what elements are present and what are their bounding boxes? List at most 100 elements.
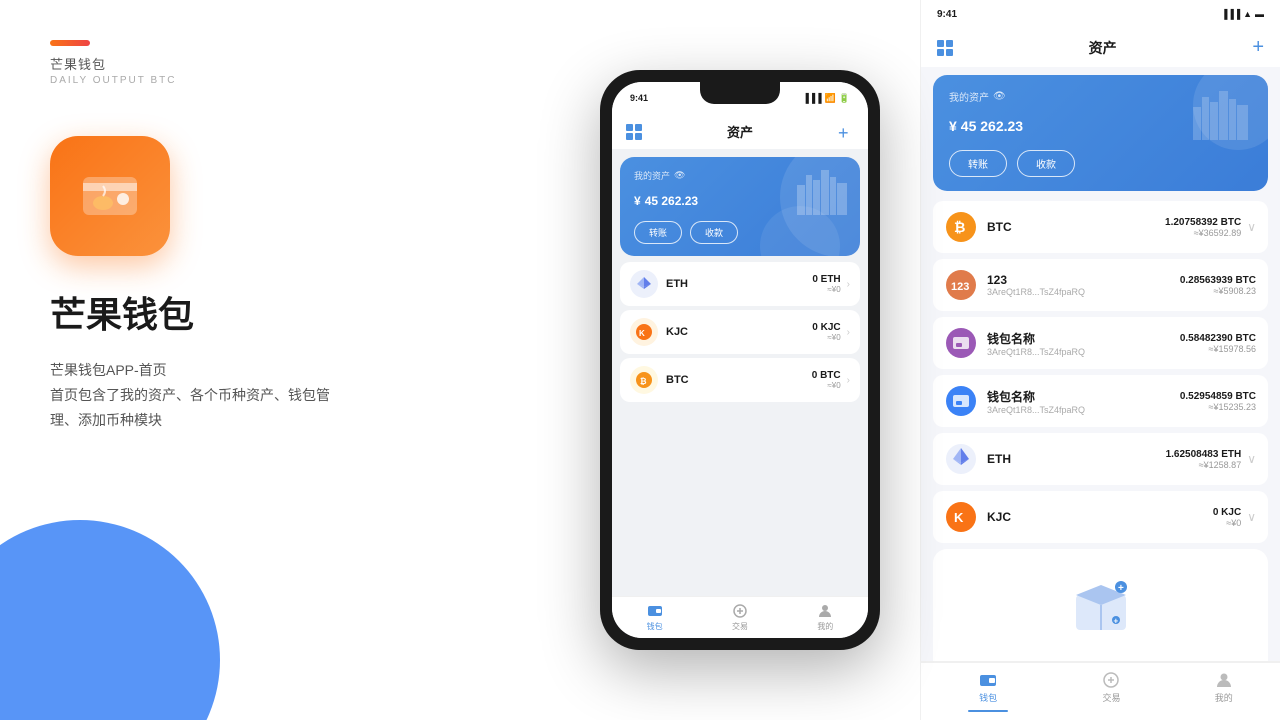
phone-coin-item-kjc[interactable]: K KJC 0 KJC ≈¥0 › xyxy=(620,310,860,354)
right-asset-buttons: 转账 收款 xyxy=(949,150,1252,177)
svg-text:K: K xyxy=(954,510,964,525)
coin-right-kjc: 0 KJC ≈¥0 › xyxy=(812,322,850,342)
right-wifi-icon: ▲ xyxy=(1243,9,1252,19)
coin-right-eth: 0 ETH ≈¥0 › xyxy=(812,274,850,294)
right-grid-icon[interactable] xyxy=(937,40,953,56)
r-eth-amounts: 1.62508483 ETH ≈¥1258.87 xyxy=(1166,449,1242,470)
r-kjc-icon: K xyxy=(945,501,977,533)
r-kjc-amounts: 0 KJC ≈¥0 xyxy=(1213,507,1241,528)
add-icon[interactable]: + xyxy=(838,124,854,140)
grid-menu-icon[interactable] xyxy=(626,124,642,140)
right-coin-kjc[interactable]: K KJC 0 KJC ≈¥0 ∨ xyxy=(933,491,1268,543)
right-content[interactable]: 我的资产 👁 ¥45 262.23 转账 收款 ₿ BTC xyxy=(921,67,1280,661)
app-desc: 芒果钱包APP-首页 首页包含了我的资产、各个币种资产、钱包管 理、添加币种模块 xyxy=(50,358,510,434)
r-coin-left-wallet2: 钱包名称 3AreQt1R8...TsZ4fpaRQ xyxy=(945,385,1085,417)
phone-coin-item-btc[interactable]: ₿ BTC 0 BTC ≈¥0 › xyxy=(620,358,860,402)
r-chevron-btc: ∨ xyxy=(1247,220,1256,234)
r-coin-right-wallet1: 0.58482390 BTC ≈¥15978.56 xyxy=(1180,333,1256,354)
coin-amounts-eth: 0 ETH ≈¥0 xyxy=(812,274,840,294)
app-icon xyxy=(50,136,170,256)
eth-wallet-box: + + 请先创建或导入ETH钱包 创建 导入 xyxy=(933,549,1268,661)
coin-amount-kjc: 0 KJC xyxy=(812,322,840,333)
right-nav-trade[interactable]: 交易 xyxy=(1102,671,1120,712)
phone-header: 资产 + xyxy=(612,114,868,149)
svg-text:+: + xyxy=(1118,583,1124,594)
svg-text:K: K xyxy=(639,329,645,338)
right-coin-eth[interactable]: ETH 1.62508483 ETH ≈¥1258.87 ∨ xyxy=(933,433,1268,485)
right-coin-123[interactable]: 123 123 3AreQt1R8...TsZ4fpaRQ 0.28563939… xyxy=(933,259,1268,311)
eye-icon[interactable]: 👁 xyxy=(674,170,685,181)
phone-coin-item-eth[interactable]: ETH 0 ETH ≈¥0 › xyxy=(620,262,860,306)
right-signal-icon: ▐▐▐ xyxy=(1221,9,1240,19)
r-coin-right-kjc: 0 KJC ≈¥0 ∨ xyxy=(1213,507,1256,528)
accent-bar xyxy=(50,40,90,46)
right-coin-btc[interactable]: ₿ BTC 1.20758392 BTC ≈¥36592.89 ∨ xyxy=(933,201,1268,253)
right-time: 9:41 xyxy=(937,9,957,20)
coin-approx-kjc: ≈¥0 xyxy=(812,333,840,342)
phone-screen: 9:41 ▐▐▐ 📶 🔋 资产 + xyxy=(612,82,868,638)
r-coin-right-eth: 1.62508483 ETH ≈¥1258.87 ∨ xyxy=(1166,449,1256,470)
svg-text:₿: ₿ xyxy=(954,219,965,235)
r-wallet-nav-icon xyxy=(979,671,997,689)
coin-name-eth: ETH xyxy=(666,278,688,290)
phone-nav-trade[interactable]: 交易 xyxy=(732,603,748,632)
phone-asset-card: 我的资产 👁 ¥45 262.23 转账 收款 xyxy=(620,157,860,256)
phone-content[interactable]: 我的资产 👁 ¥45 262.23 转账 收款 xyxy=(612,149,868,596)
signal-icon: ▐▐▐ xyxy=(802,93,821,103)
blue-circle-decoration xyxy=(0,520,220,720)
phone-nav-mine[interactable]: 我的 xyxy=(817,603,833,632)
coin-amounts-kjc: 0 KJC ≈¥0 xyxy=(812,322,840,342)
right-coin-wallet1[interactable]: 钱包名称 3AreQt1R8...TsZ4fpaRQ 0.58482390 BT… xyxy=(933,317,1268,369)
coin-amount-btc: 0 BTC xyxy=(812,370,841,381)
desc-line2: 首页包含了我的资产、各个币种资产、钱包管 xyxy=(50,383,510,408)
right-battery-icon: ▬ xyxy=(1255,9,1264,19)
r-coin-right-btc: 1.20758392 BTC ≈¥36592.89 ∨ xyxy=(1165,217,1256,238)
phone-notch xyxy=(700,82,780,104)
phone-coin-list: ETH 0 ETH ≈¥0 › xyxy=(612,256,868,408)
app-icon-svg xyxy=(75,161,145,231)
r-coin-right-123: 0.28563939 BTC ≈¥5908.23 xyxy=(1180,275,1256,296)
app-title: 芒果钱包 xyxy=(50,286,510,338)
coin-name-kjc: KJC xyxy=(666,326,688,338)
r-btc-amounts: 1.20758392 BTC ≈¥36592.89 xyxy=(1165,217,1241,238)
r-wallet2-amounts: 0.52954859 BTC ≈¥15235.23 xyxy=(1180,391,1256,412)
r-btc-info: BTC xyxy=(987,220,1012,234)
r-wallet1-icon xyxy=(945,327,977,359)
coin-amount-eth: 0 ETH xyxy=(812,274,840,285)
right-receive-btn[interactable]: 收款 xyxy=(1017,150,1075,177)
phone-time: 9:41 xyxy=(630,93,648,103)
coin-approx-eth: ≈¥0 xyxy=(812,285,840,294)
right-nav-wallet[interactable]: 钱包 xyxy=(968,671,1008,712)
coin-approx-btc: ≈¥0 xyxy=(812,381,841,390)
trade-nav-icon xyxy=(732,603,748,619)
r-123-info: 123 3AreQt1R8...TsZ4fpaRQ xyxy=(987,273,1085,297)
r-wallet1-info: 钱包名称 3AreQt1R8...TsZ4fpaRQ xyxy=(987,330,1085,357)
r-coin-left-wallet1: 钱包名称 3AreQt1R8...TsZ4fpaRQ xyxy=(945,327,1085,359)
right-add-icon[interactable]: + xyxy=(1252,36,1264,59)
phone-transfer-btn[interactable]: 转账 xyxy=(634,221,682,244)
r-wallet1-amounts: 0.58482390 BTC ≈¥15978.56 xyxy=(1180,333,1256,354)
r-coin-left-eth: ETH xyxy=(945,443,1011,475)
r-123-icon: 123 xyxy=(945,269,977,301)
r-wallet2-info: 钱包名称 3AreQt1R8...TsZ4fpaRQ xyxy=(987,388,1085,415)
right-nav-mine[interactable]: 我的 xyxy=(1215,671,1233,712)
r-123-amounts: 0.28563939 BTC ≈¥5908.23 xyxy=(1180,275,1256,296)
r-kjc-info: KJC xyxy=(987,510,1011,524)
right-coin-wallet2[interactable]: 钱包名称 3AreQt1R8...TsZ4fpaRQ 0.52954859 BT… xyxy=(933,375,1268,427)
svg-text:123: 123 xyxy=(951,281,969,293)
r-mine-nav-icon xyxy=(1215,671,1233,689)
r-trade-nav-icon xyxy=(1102,671,1120,689)
phone-nav-wallet[interactable]: 钱包 xyxy=(647,603,663,632)
kjc-icon: K xyxy=(630,318,658,346)
phone-header-title: 资产 xyxy=(727,122,753,141)
right-transfer-btn[interactable]: 转账 xyxy=(949,150,1007,177)
r-eye-icon[interactable]: 👁 xyxy=(993,91,1006,102)
coin-left-btc: ₿ BTC xyxy=(630,366,689,394)
r-city-silhouette xyxy=(1188,85,1258,140)
left-panel: 芒果钱包 DAILY OUTPUT BTC 芒果钱包 芒果钱包APP-首页 首页… xyxy=(0,0,560,720)
btc-icon: ₿ xyxy=(630,366,658,394)
phone-receive-btn[interactable]: 收款 xyxy=(690,221,738,244)
coin-name-btc: BTC xyxy=(666,374,689,386)
eth-icon xyxy=(630,270,658,298)
subtitle-small: DAILY OUTPUT BTC xyxy=(50,75,510,86)
